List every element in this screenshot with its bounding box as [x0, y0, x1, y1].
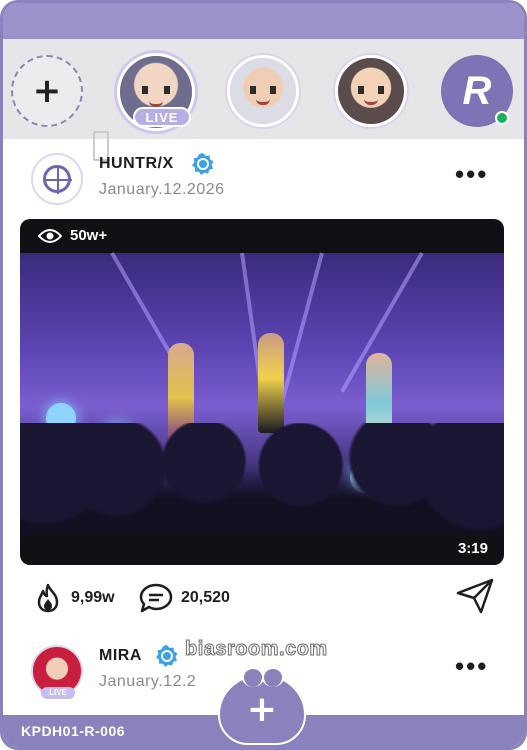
post-date: January.12.2 [99, 673, 197, 690]
add-story-button[interactable]: + [11, 55, 83, 127]
watermark: biasroom.com [185, 638, 328, 661]
video-thumbnail [20, 252, 504, 533]
phone-frame: + LIVE R HUNTR/X January.12.2026 ••• 50w… [0, 0, 527, 750]
avatar-eyes [141, 86, 171, 95]
crowd [20, 423, 504, 533]
view-count-label: 50w+ [70, 227, 108, 244]
author-name[interactable]: HUNTR/X [99, 155, 174, 173]
online-status-dot [495, 111, 509, 125]
share-icon[interactable] [455, 577, 495, 615]
post-actions: 9,99w 20,520 [3, 575, 524, 619]
more-options-button[interactable]: ••• [455, 159, 488, 190]
video-duration: 3:19 [457, 540, 488, 557]
avatar-live-badge: LIVE [41, 687, 75, 699]
plus-icon: + [32, 71, 62, 111]
logo-icon: R [462, 68, 492, 113]
more-options-button[interactable]: ••• [455, 651, 488, 682]
post-header: HUNTR/X January.12.2026 ••• [3, 153, 524, 213]
plus-icon: + [246, 689, 278, 730]
comment-icon [139, 583, 173, 613]
author-avatar[interactable] [31, 153, 83, 205]
fab-ear [242, 667, 264, 687]
eye-icon [38, 228, 62, 243]
like-button[interactable]: 9,99w [33, 583, 115, 613]
live-badge: LIVE [133, 107, 191, 127]
top-band [3, 3, 524, 39]
emblem-icon [43, 165, 72, 194]
verified-icon [156, 645, 178, 667]
video-player[interactable]: 50w+ 3:19 [20, 219, 504, 565]
fab-ear [262, 667, 284, 687]
post-date: January.12.2026 [99, 181, 225, 198]
avatar-eyes [249, 85, 277, 94]
like-count: 9,99w [71, 589, 115, 606]
performer [258, 333, 284, 433]
verified-icon [192, 153, 214, 175]
create-post-button[interactable]: + [218, 667, 306, 745]
view-count: 50w+ [38, 227, 107, 244]
comment-button[interactable]: 20,520 [139, 583, 230, 613]
product-code: KPDH01-R-006 [21, 723, 126, 739]
author-name[interactable]: MIRA [99, 647, 142, 665]
comment-count: 20,520 [181, 589, 230, 606]
story-2[interactable] [227, 55, 299, 127]
avatar-eyes [357, 85, 385, 94]
fire-icon [37, 583, 59, 613]
story-3[interactable] [335, 55, 407, 127]
light-beam [278, 252, 324, 409]
